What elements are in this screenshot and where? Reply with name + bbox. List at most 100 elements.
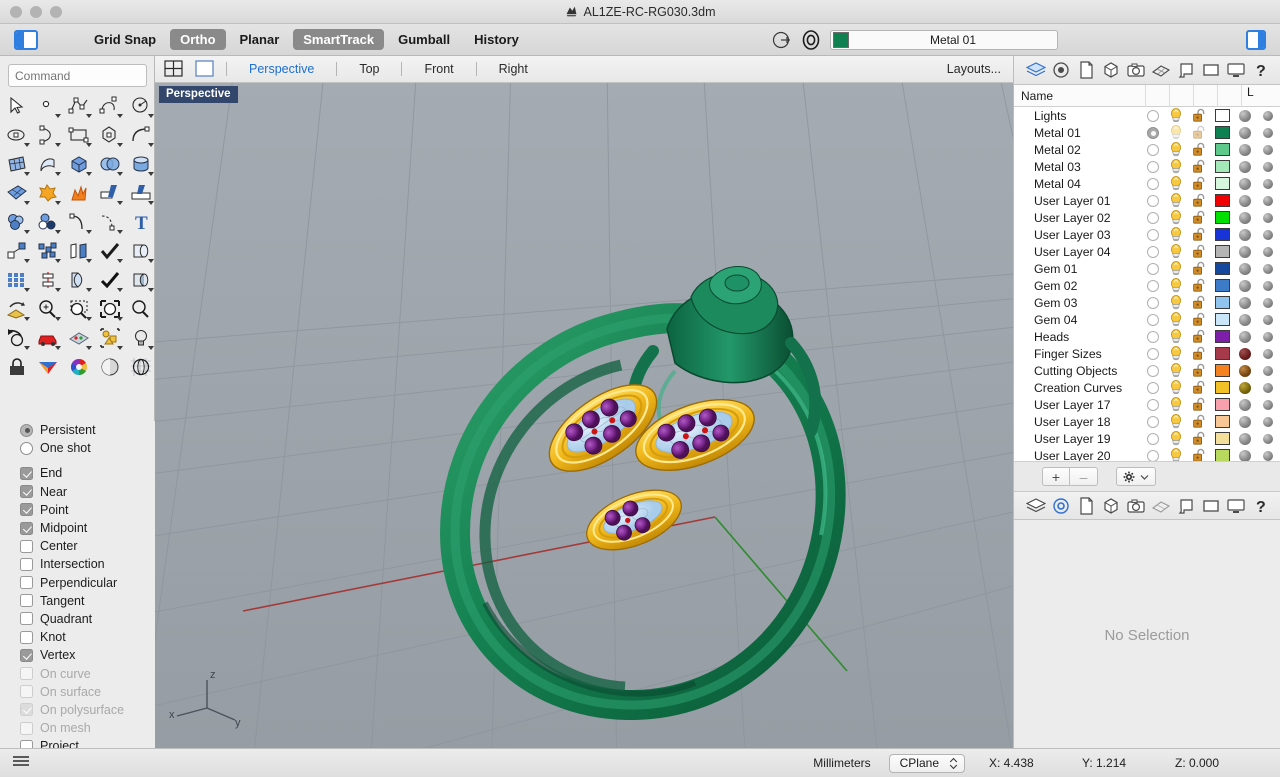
layer-row[interactable]: Gem 03 — [1014, 294, 1280, 311]
persistent-radio[interactable] — [20, 424, 33, 437]
layer-lock-icon[interactable] — [1187, 448, 1210, 461]
layer-extra-icon[interactable] — [1257, 366, 1280, 376]
layer-material-icon[interactable] — [1234, 195, 1257, 207]
layer-color-swatch[interactable] — [1211, 228, 1234, 241]
tab-help-icon[interactable]: ? — [1248, 58, 1273, 82]
mirror-icon[interactable] — [63, 236, 94, 265]
layer-options-button[interactable] — [1116, 467, 1156, 486]
layer-lock-icon[interactable] — [1187, 278, 1210, 293]
layer-current-toggle[interactable] — [1141, 331, 1164, 343]
layer-extra-icon[interactable] — [1257, 349, 1280, 359]
zoom-plus-icon[interactable] — [32, 294, 63, 323]
right-panel-toggle-icon[interactable] — [1246, 30, 1266, 50]
layer-row[interactable]: Finger Sizes — [1014, 345, 1280, 362]
fillet-solid-icon[interactable] — [1, 207, 32, 236]
tab2-layers-icon[interactable] — [1023, 494, 1048, 518]
osnap-quadrant[interactable]: Quadrant — [8, 610, 155, 628]
layer-current-toggle[interactable] — [1141, 229, 1164, 241]
tab-rectangle-icon[interactable] — [1198, 58, 1223, 82]
cplane-selector[interactable]: CPlane — [889, 754, 965, 773]
osnap-tangent[interactable]: Tangent — [8, 592, 155, 610]
layer-extra-icon[interactable] — [1257, 298, 1280, 308]
layer-current-toggle[interactable] — [1141, 246, 1164, 258]
zoom-window-icon[interactable] — [63, 294, 94, 323]
layer-visibility-icon[interactable] — [1164, 397, 1187, 412]
layer-visibility-icon[interactable] — [1164, 210, 1187, 225]
layer-color-swatch[interactable] — [1211, 381, 1234, 394]
osnap-point-checkbox[interactable] — [20, 503, 33, 516]
layer-row[interactable]: User Layer 01 — [1014, 192, 1280, 209]
layer-extra-icon[interactable] — [1257, 179, 1280, 189]
layer-lock-icon[interactable] — [1187, 363, 1210, 378]
layer-row[interactable]: User Layer 19 — [1014, 430, 1280, 447]
layer-visibility-icon[interactable] — [1164, 295, 1187, 310]
layer-color-swatch[interactable] — [1211, 126, 1234, 139]
layer-visibility-icon[interactable] — [1164, 448, 1187, 461]
tab2-help-icon[interactable]: ? — [1248, 494, 1273, 518]
viewport-tab-top[interactable]: Top — [346, 62, 392, 76]
layer-color-swatch[interactable] — [1211, 313, 1234, 326]
osnap-tangent-checkbox[interactable] — [20, 594, 33, 607]
layer-visibility-icon[interactable] — [1164, 176, 1187, 191]
arc-icon[interactable] — [32, 120, 63, 149]
layer-extra-icon[interactable] — [1257, 128, 1280, 138]
layer-current-toggle[interactable] — [1141, 416, 1164, 428]
osnap-mode-persistent[interactable]: Persistent — [8, 421, 155, 439]
tab2-materials-icon[interactable] — [1148, 494, 1173, 518]
layer-color-swatch[interactable] — [1211, 432, 1234, 445]
one-shot-radio[interactable] — [20, 442, 33, 455]
viewport-tab-right[interactable]: Right — [486, 62, 541, 76]
osnap-perpendicular[interactable]: Perpendicular — [8, 574, 155, 592]
layer-row[interactable]: Metal 02 — [1014, 141, 1280, 158]
layer-link-icon[interactable] — [770, 29, 792, 51]
layer-material-icon[interactable] — [1234, 433, 1257, 445]
layer-extra-icon[interactable] — [1257, 247, 1280, 257]
layer-current-toggle[interactable] — [1141, 314, 1164, 326]
layer-color-swatch[interactable] — [1211, 245, 1234, 258]
layer-material-icon[interactable] — [1234, 110, 1257, 122]
analyze-dim-icon[interactable] — [32, 265, 63, 294]
layer-lock-icon[interactable] — [1187, 380, 1210, 395]
layer-lock-icon[interactable] — [1187, 176, 1210, 191]
layer-current-toggle[interactable] — [1141, 178, 1164, 190]
layer-extra-icon[interactable] — [1257, 230, 1280, 240]
layer-current-toggle[interactable] — [1141, 399, 1164, 411]
transform-icon[interactable] — [1, 236, 32, 265]
layer-visibility-icon[interactable] — [1164, 278, 1187, 293]
layer-visibility-icon[interactable] — [1164, 329, 1187, 344]
box-solid-icon[interactable] — [63, 149, 94, 178]
osnap-near[interactable]: Near — [8, 483, 155, 501]
layer-visibility-icon[interactable] — [1164, 244, 1187, 259]
layer-visibility-icon[interactable] — [1164, 227, 1187, 242]
tab-cube-icon[interactable] — [1098, 58, 1123, 82]
single-view-icon[interactable] — [195, 60, 217, 78]
layer-row[interactable]: Cutting Objects — [1014, 362, 1280, 379]
layer-visibility-icon[interactable] — [1164, 142, 1187, 157]
layer-extra-icon[interactable] — [1257, 111, 1280, 121]
layer-extra-icon[interactable] — [1257, 417, 1280, 427]
osnap-intersection[interactable]: Intersection — [8, 555, 155, 573]
command-input[interactable] — [8, 64, 147, 87]
layouts-button[interactable]: Layouts... — [947, 62, 1001, 76]
layer-material-icon[interactable] — [1234, 348, 1257, 360]
layer-extra-icon[interactable] — [1257, 281, 1280, 291]
layer-lock-icon[interactable] — [1187, 210, 1210, 225]
layer-lock-icon[interactable] — [1187, 125, 1210, 140]
layer-material-icon[interactable] — [1234, 212, 1257, 224]
grid-array-icon[interactable] — [1, 265, 32, 294]
layer-list[interactable]: LightsMetal 01Metal 02Metal 03Metal 04Us… — [1014, 107, 1280, 461]
four-view-split-icon[interactable] — [164, 60, 186, 78]
layer-extra-icon[interactable] — [1257, 332, 1280, 342]
toggle-ortho[interactable]: Ortho — [170, 29, 225, 50]
layer-color-swatch[interactable] — [1211, 194, 1234, 207]
layer-lock-icon[interactable] — [1187, 312, 1210, 327]
layer-current-toggle[interactable] — [1141, 110, 1164, 122]
cylinder-icon[interactable] — [125, 149, 156, 178]
layer-color-swatch[interactable] — [1211, 296, 1234, 309]
layer-color-swatch[interactable] — [1211, 143, 1234, 156]
layer-visibility-icon[interactable] — [1164, 431, 1187, 446]
layer-current-toggle[interactable] — [1141, 280, 1164, 292]
tab2-properties-icon[interactable] — [1048, 494, 1073, 518]
lightbulb-icon[interactable] — [125, 323, 156, 352]
bend-icon[interactable] — [1, 294, 32, 323]
